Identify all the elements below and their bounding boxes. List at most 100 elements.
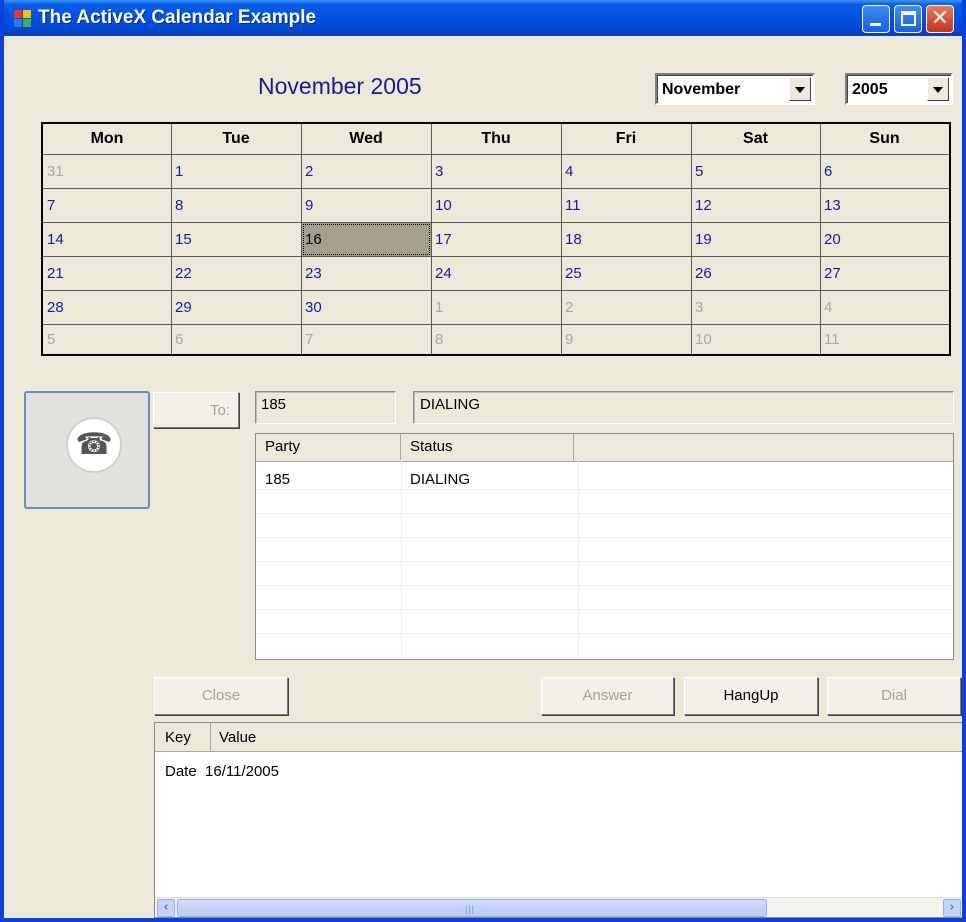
column-header-status[interactable]: Status xyxy=(401,434,574,460)
calendar-day-cell[interactable]: 9 xyxy=(302,189,431,222)
weekday-header-sun: Sun xyxy=(869,130,900,147)
calendar-day-cell[interactable]: 5 xyxy=(692,155,820,188)
calendar-day-cell[interactable]: 21 xyxy=(44,257,171,290)
calendar-day-cell[interactable]: 31 xyxy=(44,155,171,188)
calendar-day-cell[interactable]: 7 xyxy=(302,325,431,354)
answer-button[interactable]: Answer xyxy=(541,677,674,715)
grid-line xyxy=(43,256,949,257)
year-dropdown[interactable]: 2005 xyxy=(845,73,953,105)
calendar-day-cell[interactable]: 27 xyxy=(821,257,949,290)
calendar-day-cell[interactable]: 24 xyxy=(432,257,561,290)
calendar-day-cell[interactable]: 11 xyxy=(562,189,691,222)
chevron-down-icon xyxy=(795,87,805,93)
calendar-day-cell[interactable]: 10 xyxy=(692,325,820,354)
year-dropdown-value: 2005 xyxy=(852,81,888,98)
weekday-header-wed: Wed xyxy=(349,130,383,147)
row-divider xyxy=(256,585,953,586)
calendar-day-cell[interactable]: 1 xyxy=(432,291,561,324)
row-divider xyxy=(256,657,953,658)
calendar-day-cell[interactable]: 1 xyxy=(172,155,301,188)
chevron-down-icon xyxy=(933,87,943,93)
to-label: To: xyxy=(209,402,230,419)
minimize-button[interactable] xyxy=(862,5,890,33)
property-value: 16/11/2005 xyxy=(205,763,279,780)
calendar-day-cell[interactable]: 18 xyxy=(562,223,691,256)
calendar-day-cell[interactable]: 13 xyxy=(821,189,949,222)
grid-line xyxy=(431,124,432,354)
phone-button[interactable]: ☎ xyxy=(24,391,150,509)
call-status-value: DIALING xyxy=(420,396,481,413)
grid-line xyxy=(301,124,302,354)
chevron-right-icon: › xyxy=(949,900,955,915)
properties-header: Key Value xyxy=(155,723,962,752)
hangup-button[interactable]: HangUp xyxy=(684,677,818,715)
calendar-day-cell[interactable]: 3 xyxy=(432,155,561,188)
status-cell: DIALING xyxy=(410,471,471,488)
weekday-header-sat: Sat xyxy=(743,130,768,147)
grid-line xyxy=(43,324,949,325)
table-row[interactable]: 185 DIALING xyxy=(256,468,953,492)
party-cell: 185 xyxy=(265,471,291,488)
calendar-day-cell[interactable]: 11 xyxy=(821,325,949,354)
phone-icon: ☎ xyxy=(75,427,113,462)
calendar-day-cell[interactable]: 7 xyxy=(44,189,171,222)
scroll-right-button[interactable]: › xyxy=(943,899,961,917)
dial-button[interactable]: Dial xyxy=(827,677,961,715)
grid-line xyxy=(43,154,949,155)
year-dropdown-button[interactable] xyxy=(927,77,949,101)
calendar-day-cell[interactable]: 17 xyxy=(432,223,561,256)
calendar-day-cell[interactable]: 23 xyxy=(302,257,431,290)
calendar-day-cell[interactable]: 15 xyxy=(172,223,301,256)
chevron-left-icon: ‹ xyxy=(163,900,169,915)
row-divider xyxy=(256,609,953,610)
scrollbar-thumb[interactable]: ||| xyxy=(177,899,767,917)
calendar-day-cell[interactable]: 19 xyxy=(692,223,820,256)
calendar-day-cell[interactable]: 25 xyxy=(562,257,691,290)
grid-line xyxy=(691,124,692,354)
window-title: The ActiveX Calendar Example xyxy=(38,7,317,28)
calendar-day-cell[interactable]: 22 xyxy=(172,257,301,290)
calendar-day-cell[interactable]: 8 xyxy=(172,189,301,222)
phone-number-field[interactable]: 185 xyxy=(255,391,396,424)
calendar-day-cell[interactable]: 3 xyxy=(692,291,820,324)
close-button[interactable]: Close xyxy=(154,677,288,715)
maximize-button[interactable] xyxy=(894,5,922,33)
call-list[interactable]: Party Status 185 DIALING xyxy=(255,433,954,660)
properties-panel[interactable]: Key Value Date 16/11/2005 ‹ ||| › xyxy=(154,722,962,918)
calendar-day-cell[interactable]: 9 xyxy=(562,325,691,354)
calendar-day-cell[interactable]: 5 xyxy=(44,325,171,354)
phone-icon-circle: ☎ xyxy=(68,419,120,471)
grid-line xyxy=(43,222,949,223)
calendar-day-cell[interactable]: 10 xyxy=(432,189,561,222)
close-window-button[interactable]: ✕ xyxy=(926,5,954,33)
calendar-day-cell[interactable]: 4 xyxy=(821,291,949,324)
column-header-key[interactable]: Key xyxy=(155,723,211,751)
calendar-day-cell[interactable]: 4 xyxy=(562,155,691,188)
calendar-day-cell[interactable]: 8 xyxy=(432,325,561,354)
calendar-day-cell[interactable]: 26 xyxy=(692,257,820,290)
calendar-day-cell[interactable]: 30 xyxy=(302,291,431,324)
grid-line xyxy=(43,290,949,291)
title-bar[interactable]: The ActiveX Calendar Example ✕ xyxy=(4,0,962,36)
month-dropdown-button[interactable] xyxy=(789,77,811,101)
calendar-day-cell[interactable]: 2 xyxy=(302,155,431,188)
scroll-left-button[interactable]: ‹ xyxy=(157,899,175,917)
calendar-day-cell[interactable]: 29 xyxy=(172,291,301,324)
month-year-header: November 2005 xyxy=(258,73,422,99)
month-dropdown[interactable]: November xyxy=(655,73,815,105)
to-button[interactable]: To: xyxy=(153,392,239,428)
horizontal-scrollbar[interactable]: ‹ ||| › xyxy=(155,897,962,917)
calendar-day-cell[interactable]: 20 xyxy=(821,223,949,256)
calendar-day-cell[interactable]: 14 xyxy=(44,223,171,256)
property-row[interactable]: Date 16/11/2005 xyxy=(165,763,279,780)
column-header-value[interactable]: Value xyxy=(211,723,331,751)
calendar-day-cell[interactable]: 2 xyxy=(562,291,691,324)
calendar-day-cell[interactable]: 16 xyxy=(302,223,431,256)
app-icon xyxy=(14,10,32,28)
calendar-day-cell[interactable]: 12 xyxy=(692,189,820,222)
column-header-party[interactable]: Party xyxy=(256,434,401,460)
calendar-day-cell[interactable]: 6 xyxy=(172,325,301,354)
calendar-day-cell[interactable]: 28 xyxy=(44,291,171,324)
calendar-day-cell[interactable]: 6 xyxy=(821,155,949,188)
calendar-grid[interactable]: Mon Tue Wed Thu Fri Sat Sun 31 1 2 3 4 5 6 7 8 9 10 11 12 13… xyxy=(41,122,951,356)
